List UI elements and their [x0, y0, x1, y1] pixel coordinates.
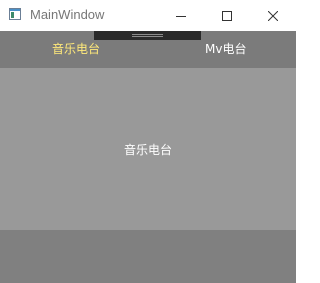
app-window-icon — [9, 8, 21, 20]
footer-panel — [0, 230, 296, 283]
minimize-icon — [176, 15, 186, 17]
content-panel: 音乐电台 — [0, 68, 296, 230]
maximize-icon — [222, 10, 232, 21]
tab-mv-radio[interactable]: Mv电台 — [205, 40, 246, 58]
maximize-button[interactable] — [204, 0, 250, 31]
close-icon — [268, 10, 278, 21]
minimize-button[interactable] — [158, 0, 204, 31]
window-title: MainWindow — [30, 7, 105, 22]
content-label: 音乐电台 — [123, 143, 172, 157]
grip-line — [132, 34, 163, 35]
grip-line — [132, 36, 163, 37]
main-window: MainWindow 音乐电台 Mv电台 音乐电台 — [0, 0, 296, 283]
drag-handle[interactable] — [94, 31, 201, 40]
close-button[interactable] — [250, 0, 296, 31]
tab-music-radio[interactable]: 音乐电台 — [52, 40, 100, 58]
title-bar[interactable]: MainWindow — [0, 0, 296, 31]
